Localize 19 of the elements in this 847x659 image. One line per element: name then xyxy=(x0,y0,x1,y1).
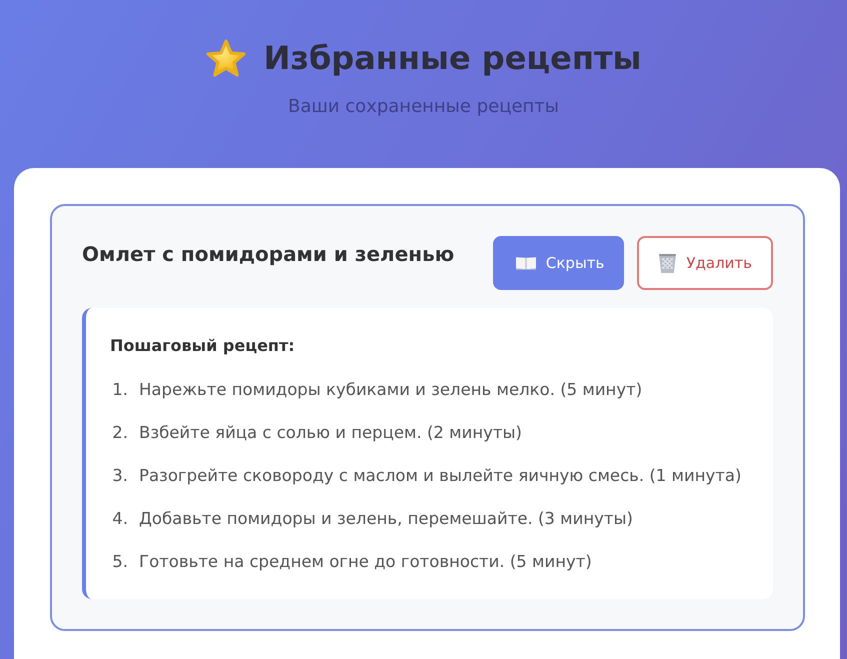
step-number: 1. xyxy=(111,379,128,401)
book-icon xyxy=(516,256,536,270)
trash-icon xyxy=(659,254,676,272)
step-number: 3. xyxy=(111,465,128,487)
delete-button[interactable]: Удалить xyxy=(637,236,773,290)
steps-heading: Пошаговый рецепт: xyxy=(110,335,296,357)
step-text: Взбейте яйца с солью и перцем. (2 минуты) xyxy=(139,422,522,444)
step-text: Готовьте на среднем огне до готовности. (5 минут) xyxy=(139,551,592,573)
page-subtitle: Ваши сохраненные рецепты xyxy=(288,95,559,119)
recipe-title: Омлет с помидорами и зеленью xyxy=(82,241,454,268)
star-icon xyxy=(206,39,246,77)
step-number: 4. xyxy=(111,508,128,530)
page-title: Избранные рецепты xyxy=(264,38,642,79)
hide-button[interactable]: Скрыть xyxy=(492,236,624,290)
step-number: 5. xyxy=(111,551,128,573)
step-text: Нарежьте помидоры кубиками и зелень мелко. (5 минут) xyxy=(139,379,642,401)
step-text: Добавьте помидоры и зелень, перемешайте. (3 минуты) xyxy=(139,508,633,530)
step-text: Разогрейте сковороду с маслом и вылейте яичную смесь. (1 минута) xyxy=(139,465,742,487)
step-number: 2. xyxy=(111,422,128,444)
